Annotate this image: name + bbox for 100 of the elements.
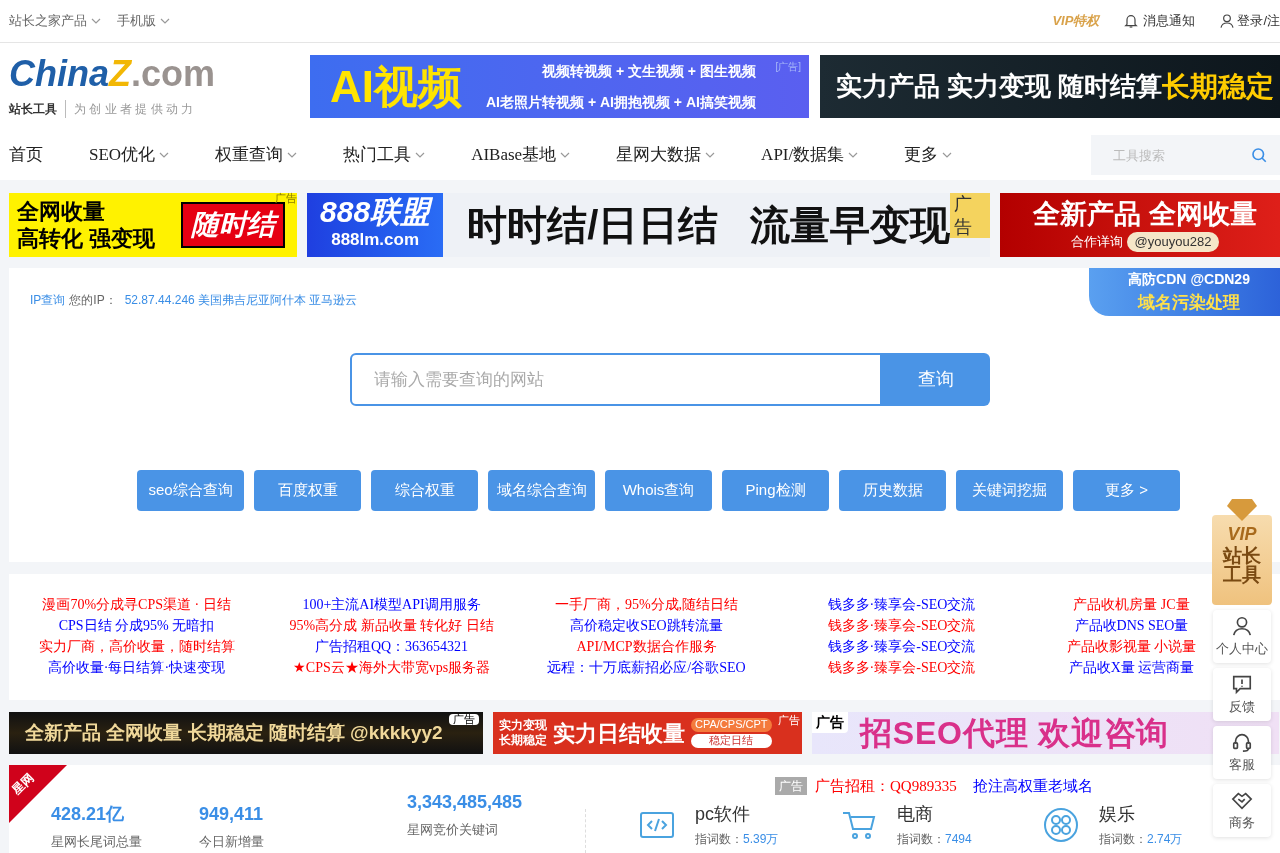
top-menu-link[interactable]: 手机版	[117, 11, 170, 31]
ad-text: AI老照片转视频 + AI拥抱视频 + AI搞笑视频	[486, 92, 756, 112]
vip-text: 工具	[1223, 565, 1261, 584]
stat-value: 3,343,485,485	[407, 791, 524, 814]
stat-label: 星网竞价关键词	[407, 821, 499, 839]
text-ad-link[interactable]: 高价收量·每日结算·快速变现	[47, 657, 226, 678]
text-ad-link[interactable]: 产品收X量 运营商量	[1068, 657, 1195, 678]
stat-value: 949,411	[199, 803, 265, 826]
ad-banner[interactable]: 全新产品 全网收量 长期稳定 随时结算 @kkkkyy2 广告	[9, 712, 483, 754]
nav-item[interactable]: API/数据集	[761, 142, 859, 168]
text-ad-link[interactable]: CPS日结 分成95% 无暗扣	[58, 615, 215, 636]
text-ad-link[interactable]: 远程：十万底薪招必应/谷歌SEO	[547, 657, 746, 678]
side-tool-button[interactable]: 客服	[1213, 726, 1271, 779]
ad-text: 合作详询	[1070, 233, 1123, 252]
grid-circle-icon	[1043, 807, 1079, 843]
bell-icon	[1123, 13, 1140, 29]
vip-label: VIP	[1227, 525, 1257, 543]
ad-text: 高转化 强变现	[17, 225, 156, 253]
ad-banner[interactable]: AI视频 视频转视频 + 文生视频 + 图生视频 AI老照片转视频 + AI拥抱视频 + AI搞笑视频 [广告]	[310, 55, 809, 118]
ad-title: 长期稳定	[1162, 69, 1275, 104]
ad-text: 888lm.com	[331, 229, 420, 252]
ad-title: 随时结	[181, 202, 285, 248]
ad-tag: 广告	[275, 193, 297, 204]
ad-logo: 888联盟	[320, 197, 431, 228]
ad-link[interactable]: 广告招租：QQ989335	[815, 775, 957, 798]
nav-item[interactable]: 权重查询	[215, 142, 298, 168]
ad-title: 域名污染处理	[1138, 291, 1240, 314]
ad-title: 全新产品 全网收量 长期稳定 随时结算 @kkkkyy2	[25, 720, 443, 745]
site-search-field[interactable]: 请输入需要查询的网站	[350, 353, 882, 406]
ip-label: 您的IP：	[69, 292, 117, 309]
category-name[interactable]: pc软件	[695, 801, 779, 828]
login-link[interactable]: 登录/注	[1219, 11, 1280, 31]
text-ad-link[interactable]: 产品收机房量 JC量	[1073, 594, 1190, 615]
nav-item[interactable]: 首页	[9, 142, 43, 168]
side-tool-button[interactable]: 个人中心	[1213, 610, 1271, 663]
count-value: 7494	[945, 831, 972, 848]
ad-title: 流量早变现	[750, 202, 951, 249]
count-label: 指词数：	[897, 831, 945, 848]
ad-text: 长期稳定	[499, 733, 547, 748]
text-ad-link[interactable]: 钱多多·臻享会-SEO交流	[827, 615, 976, 636]
ip-query-link[interactable]: IP查询	[30, 291, 66, 309]
text-ad-link[interactable]: 一手厂商，95%分成,随结日结	[554, 594, 739, 615]
text-ad-link[interactable]: 钱多多·臻享会-SEO交流	[827, 636, 976, 657]
text-ad-link[interactable]: 漫画70%分成寻CPS渠道 · 日结	[42, 594, 231, 615]
side-tool-button[interactable]: 商务	[1213, 784, 1271, 837]
text-ad-link[interactable]: 实力厂商，高价收量，随时结算	[38, 636, 235, 657]
text-ad-link[interactable]: 钱多多·臻享会-SEO交流	[827, 657, 976, 678]
ribbon-text: 星网	[9, 769, 38, 799]
top-menu-link[interactable]: 站长之家产品	[9, 11, 101, 31]
ad-link[interactable]: 抢注高权重老域名	[972, 775, 1093, 798]
nav-item[interactable]: 星网大数据	[616, 142, 716, 168]
nav-item[interactable]: 热门工具	[343, 142, 426, 168]
text-ad-link[interactable]: API/MCP数据合作服务	[576, 636, 717, 657]
ad-banner[interactable]: 全网收量 高转化 强变现 随时结 广告	[9, 193, 297, 257]
ad-title: 全新产品 全网收量	[1033, 198, 1257, 232]
ad-tag: 广告	[449, 714, 479, 725]
ad-text: 全网收量	[17, 197, 106, 225]
text-ad-link[interactable]: 高价稳定收SEO跳转流量	[570, 615, 723, 636]
ad-text: 高防CDN	[1128, 269, 1187, 289]
ad-text: 视频转视频 + 文生视频 + 图生视频	[542, 61, 756, 81]
text-ad-link[interactable]: 95%高分成 新品收量 转化好 日结	[289, 615, 494, 636]
count-label: 指词数：	[695, 831, 743, 848]
category-name[interactable]: 娱乐	[1099, 801, 1183, 828]
count-label: 指词数：	[1099, 831, 1147, 848]
count-value: 2.74万	[1147, 831, 1183, 848]
text-ad-link[interactable]: 产品收影视量 小说量	[1066, 636, 1197, 657]
text-ad-link[interactable]: 产品收DNS SEO量	[1074, 615, 1189, 636]
search-icon[interactable]	[1250, 146, 1268, 164]
ip-value: 52.87.44.246 美国弗吉尼亚阿什本 亚马逊云	[124, 292, 358, 309]
nav-item[interactable]: 更多	[904, 142, 953, 168]
ad-tag: 广告	[775, 777, 807, 796]
ad-title: AI视频	[330, 64, 462, 109]
ad-tag: 广告	[812, 712, 848, 733]
logo-tagline: 站长工具	[9, 99, 66, 118]
text-ad-link[interactable]: 钱多多·臻享会-SEO交流	[827, 594, 976, 615]
stat-label: 星网长尾词总量	[51, 833, 143, 851]
nav-item[interactable]: AIBase基地	[471, 142, 571, 168]
text-ad-link[interactable]: 100+主流AI模型API调用服务	[302, 594, 481, 615]
vip-text: 站长	[1223, 546, 1261, 565]
text-ad-link[interactable]: ★CPS云★海外大带宽vps服务器	[292, 657, 491, 678]
ad-text: 实力产品 实力变现 随时结算	[836, 70, 1163, 103]
ad-banner[interactable]: 全新产品 全网收量 合作详询 @youyou282	[1000, 193, 1280, 257]
ad-banner[interactable]: 实力产品 实力变现 随时结算长期稳定	[820, 55, 1280, 118]
stat-value: 428.21亿	[51, 803, 126, 826]
cdn-ad[interactable]: 高防CDN @CDN29 域名污染处理	[1089, 268, 1280, 316]
notification-link[interactable]: 消息通知	[1123, 11, 1196, 31]
ad-tag: 广告	[778, 712, 800, 729]
category-name[interactable]: 电商	[897, 801, 972, 828]
logo-slogan: 为 创 业 者 提 供 动 力	[73, 100, 194, 118]
nav-item[interactable]: SEO优化	[89, 142, 170, 168]
diamond-icon	[1227, 497, 1257, 521]
user-icon	[1219, 13, 1236, 29]
logo[interactable]: ChinaZ.com	[9, 55, 216, 92]
text-ad-link[interactable]: 广告招租QQ：363654321	[314, 636, 469, 657]
ad-contact: @youyou282	[1126, 232, 1220, 252]
ad-badge: 稳定日结	[691, 734, 772, 748]
ad-title: 招SEO代理 欢迎咨询	[860, 714, 1170, 753]
ad-text: @CDN29	[1190, 269, 1250, 289]
side-tool-button[interactable]: 反馈	[1213, 668, 1271, 721]
stat-label: 今日新增量	[199, 833, 265, 851]
